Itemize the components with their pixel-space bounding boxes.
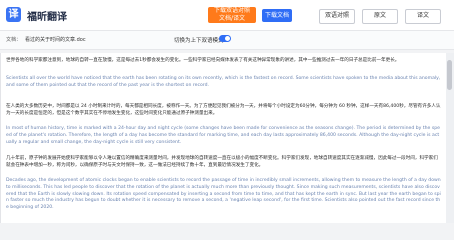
paragraph-chinese: 在人类的大多数历史中，时间都是以 24 小时制来计时的，每天都是相同长度，被称作… [6, 104, 441, 116]
translation-view-button[interactable]: 译文 [405, 9, 441, 24]
app-title: 福昕翻译 [27, 12, 67, 23]
paragraph-chinese: 世界各地的科学家都注意到，地球的自转一直在放慢，这是每过去1秒都会发生的变化。一… [6, 58, 400, 63]
layout-toggle-switch[interactable] [219, 35, 231, 42]
scrollbar-thumb[interactable] [447, 60, 452, 90]
download-button-line1: 下载双语对照 [213, 7, 250, 14]
app-logo: 译 [6, 7, 21, 22]
app-header: 译 福昕翻译 下载双语对照 文档/译文 下载文档 双语对照 原文 译文 [0, 0, 454, 31]
paragraph-english: Decades ago, the development of atomic c… [6, 178, 441, 211]
document-label: 文档： [6, 37, 22, 43]
download-bilingual-button[interactable]: 下载双语对照 文档/译文 [208, 7, 256, 23]
paragraph-chinese: 几十年前，原子钟的发展开始使科学家能够以令人难以置信的精确度来测量时间，并发现地… [6, 156, 438, 168]
paragraph-english: In most of human history, time is marked… [6, 126, 440, 145]
paragraph-english: Scientists all over the world have notic… [6, 76, 441, 88]
bilingual-view-button[interactable]: 双语对照 [319, 9, 355, 24]
layout-switch-label: 切换为上下双语模式 [174, 38, 224, 44]
original-view-button[interactable]: 原文 [362, 9, 398, 24]
document-name[interactable]: 看过的关于时间的文章.doc [25, 36, 86, 43]
download-document-button[interactable]: 下载文档 [262, 9, 292, 22]
download-button-line2: 文档/译文 [218, 15, 246, 22]
